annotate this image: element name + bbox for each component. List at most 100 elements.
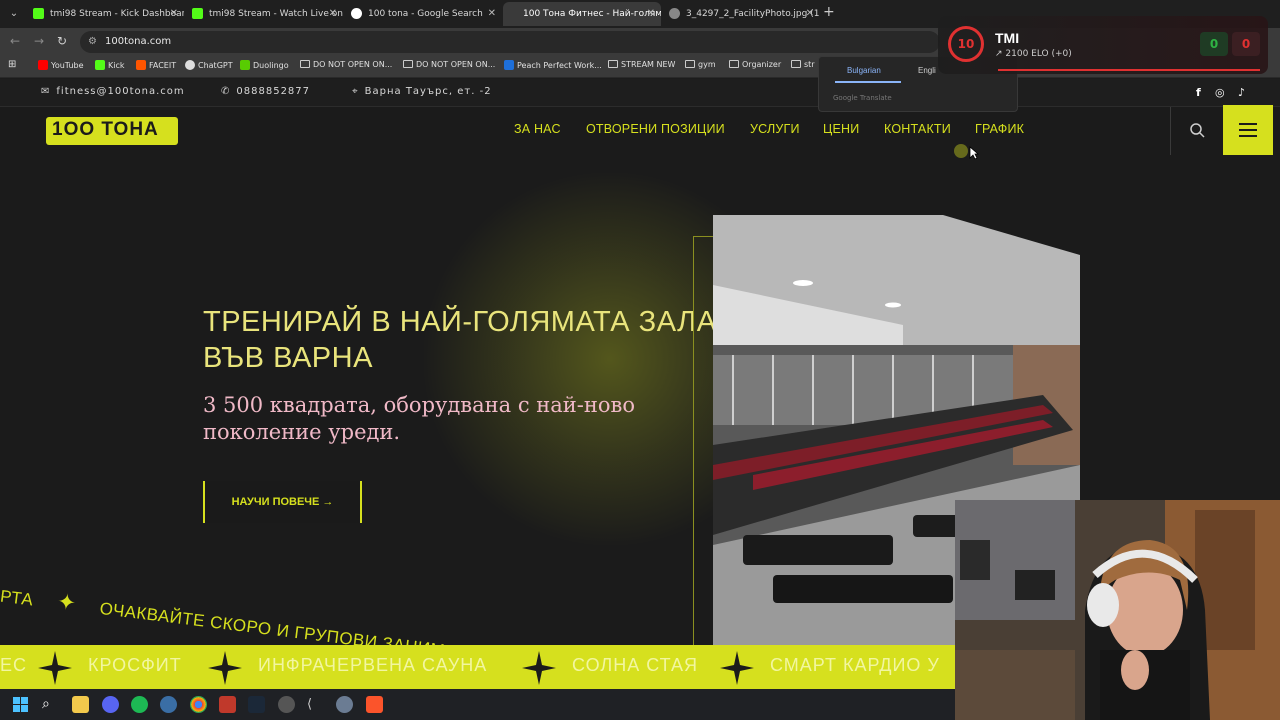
bookmark-folder[interactable]: DO NOT OPEN ON... [300, 60, 392, 69]
instagram-icon[interactable]: ◎ [1215, 86, 1225, 99]
mouse-cursor [954, 144, 968, 158]
nav-schedule[interactable]: ГРАФИК [975, 122, 1024, 136]
app-icon[interactable]: ⟨ [307, 696, 324, 713]
hamburger-menu-button[interactable] [1223, 105, 1273, 155]
site-logo[interactable]: 1ОО ТОНА [46, 117, 178, 145]
google-favicon-icon [351, 8, 362, 19]
close-tab-icon[interactable]: ✕ [647, 2, 655, 26]
bookmark-folder[interactable]: DO NOT OPEN ON... [403, 60, 495, 69]
bookmark-folder[interactable]: Organizer [729, 60, 781, 69]
forward-icon[interactable]: → [34, 34, 44, 48]
settings-gear-icon[interactable] [336, 696, 353, 713]
wins-badge: 0 [1200, 32, 1228, 56]
back-icon[interactable]: ← [10, 34, 20, 48]
bookmark-chatgpt[interactable]: ChatGPT [185, 60, 233, 70]
bookmark-peach-perfect[interactable]: Peach Perfect Work... [504, 60, 602, 70]
marquee-item: СОЛНА СТАЯ [572, 655, 699, 675]
phone-link[interactable]: ✆ 0888852877 [221, 86, 310, 97]
folder-icon [729, 60, 739, 68]
chatgpt-icon [185, 60, 195, 70]
faceit-underline [998, 69, 1260, 71]
site-info-icon[interactable]: ⚙ [88, 31, 97, 53]
nav-open-positions[interactable]: ОТВОРЕНИ ПОЗИЦИИ [586, 122, 725, 136]
learn-more-button[interactable]: НАУЧИ ПОВЕЧЕ → [203, 481, 362, 523]
translate-language-english[interactable]: Engli [918, 66, 936, 75]
faceit-level-badge: 10 [948, 26, 984, 62]
hero-subtitle: 3 500 квадрата, оборудвана с най-ново по… [203, 393, 635, 444]
contact-topbar: ✉ fitness@100tona.com ✆ 0888852877 ⌖ Варна … [0, 79, 1280, 107]
translate-language-bulgarian[interactable]: Bulgarian [847, 66, 881, 75]
star-icon [720, 651, 754, 685]
screen: ⌄ tmi98 Stream - Kick Dashboard ✕ tmi98 … [0, 0, 1280, 720]
search-icon[interactable]: ⌕ [42, 696, 59, 713]
address-bar[interactable]: ⚙ 100tona.com [80, 31, 940, 53]
folder-icon [300, 60, 310, 68]
folder-icon [403, 60, 413, 68]
faceit-icon [136, 60, 146, 70]
app-shield-icon[interactable] [219, 696, 236, 713]
brave-icon[interactable] [366, 696, 383, 713]
tiktok-icon[interactable]: ♪ [1238, 86, 1245, 99]
bookmark-kick[interactable]: Kick [95, 60, 125, 70]
close-tab-icon[interactable]: ✕ [806, 2, 814, 26]
nav-services[interactable]: УСЛУГИ [750, 122, 800, 136]
address-text: ⌖ Варна Тауърс, ет. -2 [352, 86, 492, 97]
nav-about[interactable]: ЗА НАС [514, 122, 561, 136]
mail-icon: ✉ [41, 86, 51, 97]
webcam-overlay [955, 500, 1280, 720]
bookmark-duolingo[interactable]: Duolingo [240, 60, 289, 70]
tab-google-search[interactable]: 100 tona - Google Search ✕ [344, 2, 502, 26]
photo-frame-line [693, 236, 713, 646]
star-icon: ✦ [55, 588, 78, 616]
tab-100tona[interactable]: 100 Тона Фитнес - Най-голямата ✕ [503, 2, 661, 26]
peach-icon [504, 60, 514, 70]
services-marquee: ЕС КРОСФИТ ИНФРАЧЕРВЕНА САУНА СОЛНА СТАЯ… [0, 645, 955, 689]
kick-icon [95, 60, 105, 70]
kick-favicon-icon [192, 8, 203, 19]
discord-icon[interactable] [102, 696, 119, 713]
file-explorer-icon[interactable] [72, 696, 89, 713]
tab-kick-dashboard[interactable]: tmi98 Stream - Kick Dashboard ✕ [26, 2, 184, 26]
star-icon [208, 651, 242, 685]
bookmark-folder[interactable]: STREAM NEW [608, 60, 675, 69]
reload-icon[interactable]: ↻ [57, 34, 67, 48]
faceit-player-name: TMI [995, 30, 1020, 46]
steam-icon[interactable] [248, 696, 265, 713]
bookmark-folder[interactable]: gym [685, 60, 716, 69]
close-tab-icon[interactable]: ✕ [488, 2, 496, 26]
tab-facility-photo[interactable]: 3_4297_2_FacilityPhoto.jpg (1024 ✕ [662, 2, 820, 26]
location-pin-icon: ⌖ [352, 86, 359, 97]
close-tab-icon[interactable]: ✕ [329, 2, 337, 26]
tab-search-icon[interactable]: ⌄ [4, 4, 24, 24]
tab-title: tmi98 Stream - Watch Live on Kick [209, 9, 343, 19]
bookmark-folder[interactable]: str [791, 60, 815, 69]
windows-start-icon[interactable] [12, 696, 29, 713]
spotify-icon[interactable] [131, 696, 148, 713]
kick-favicon-icon [33, 8, 44, 19]
image-favicon-icon [669, 8, 680, 19]
tab-title: tmi98 Stream - Kick Dashboard [50, 9, 184, 19]
tab-title: 100 Тона Фитнес - Най-голямата [523, 9, 661, 19]
app-icon[interactable] [160, 696, 177, 713]
losses-badge: 0 [1232, 32, 1260, 56]
new-tab-button[interactable]: + [823, 4, 835, 20]
nav-contacts[interactable]: КОНТАКТИ [884, 122, 951, 136]
translate-footer: Google Translate [833, 94, 892, 102]
nav-prices[interactable]: ЦЕНИ [823, 122, 859, 136]
star-icon [38, 651, 72, 685]
marquee-item: ИНФРАЧЕРВЕНА САУНА [258, 655, 488, 675]
app-icon[interactable] [278, 696, 295, 713]
facebook-icon[interactable]: f [1196, 86, 1201, 99]
chrome-icon[interactable] [190, 696, 207, 713]
duolingo-icon [240, 60, 250, 70]
bookmark-faceit[interactable]: FACEIT [136, 60, 176, 70]
apps-grid-icon[interactable]: ⊞ [8, 59, 16, 70]
bookmark-youtube[interactable]: YouTube [38, 60, 84, 70]
email-link[interactable]: ✉ fitness@100tona.com [41, 86, 185, 97]
youtube-icon [38, 60, 48, 70]
star-icon [522, 651, 556, 685]
close-tab-icon[interactable]: ✕ [170, 2, 178, 26]
search-icon[interactable] [1188, 121, 1206, 139]
tab-kick-watch[interactable]: tmi98 Stream - Watch Live on Kick ✕ [185, 2, 343, 26]
tab-title: 100 tona - Google Search [368, 9, 483, 19]
